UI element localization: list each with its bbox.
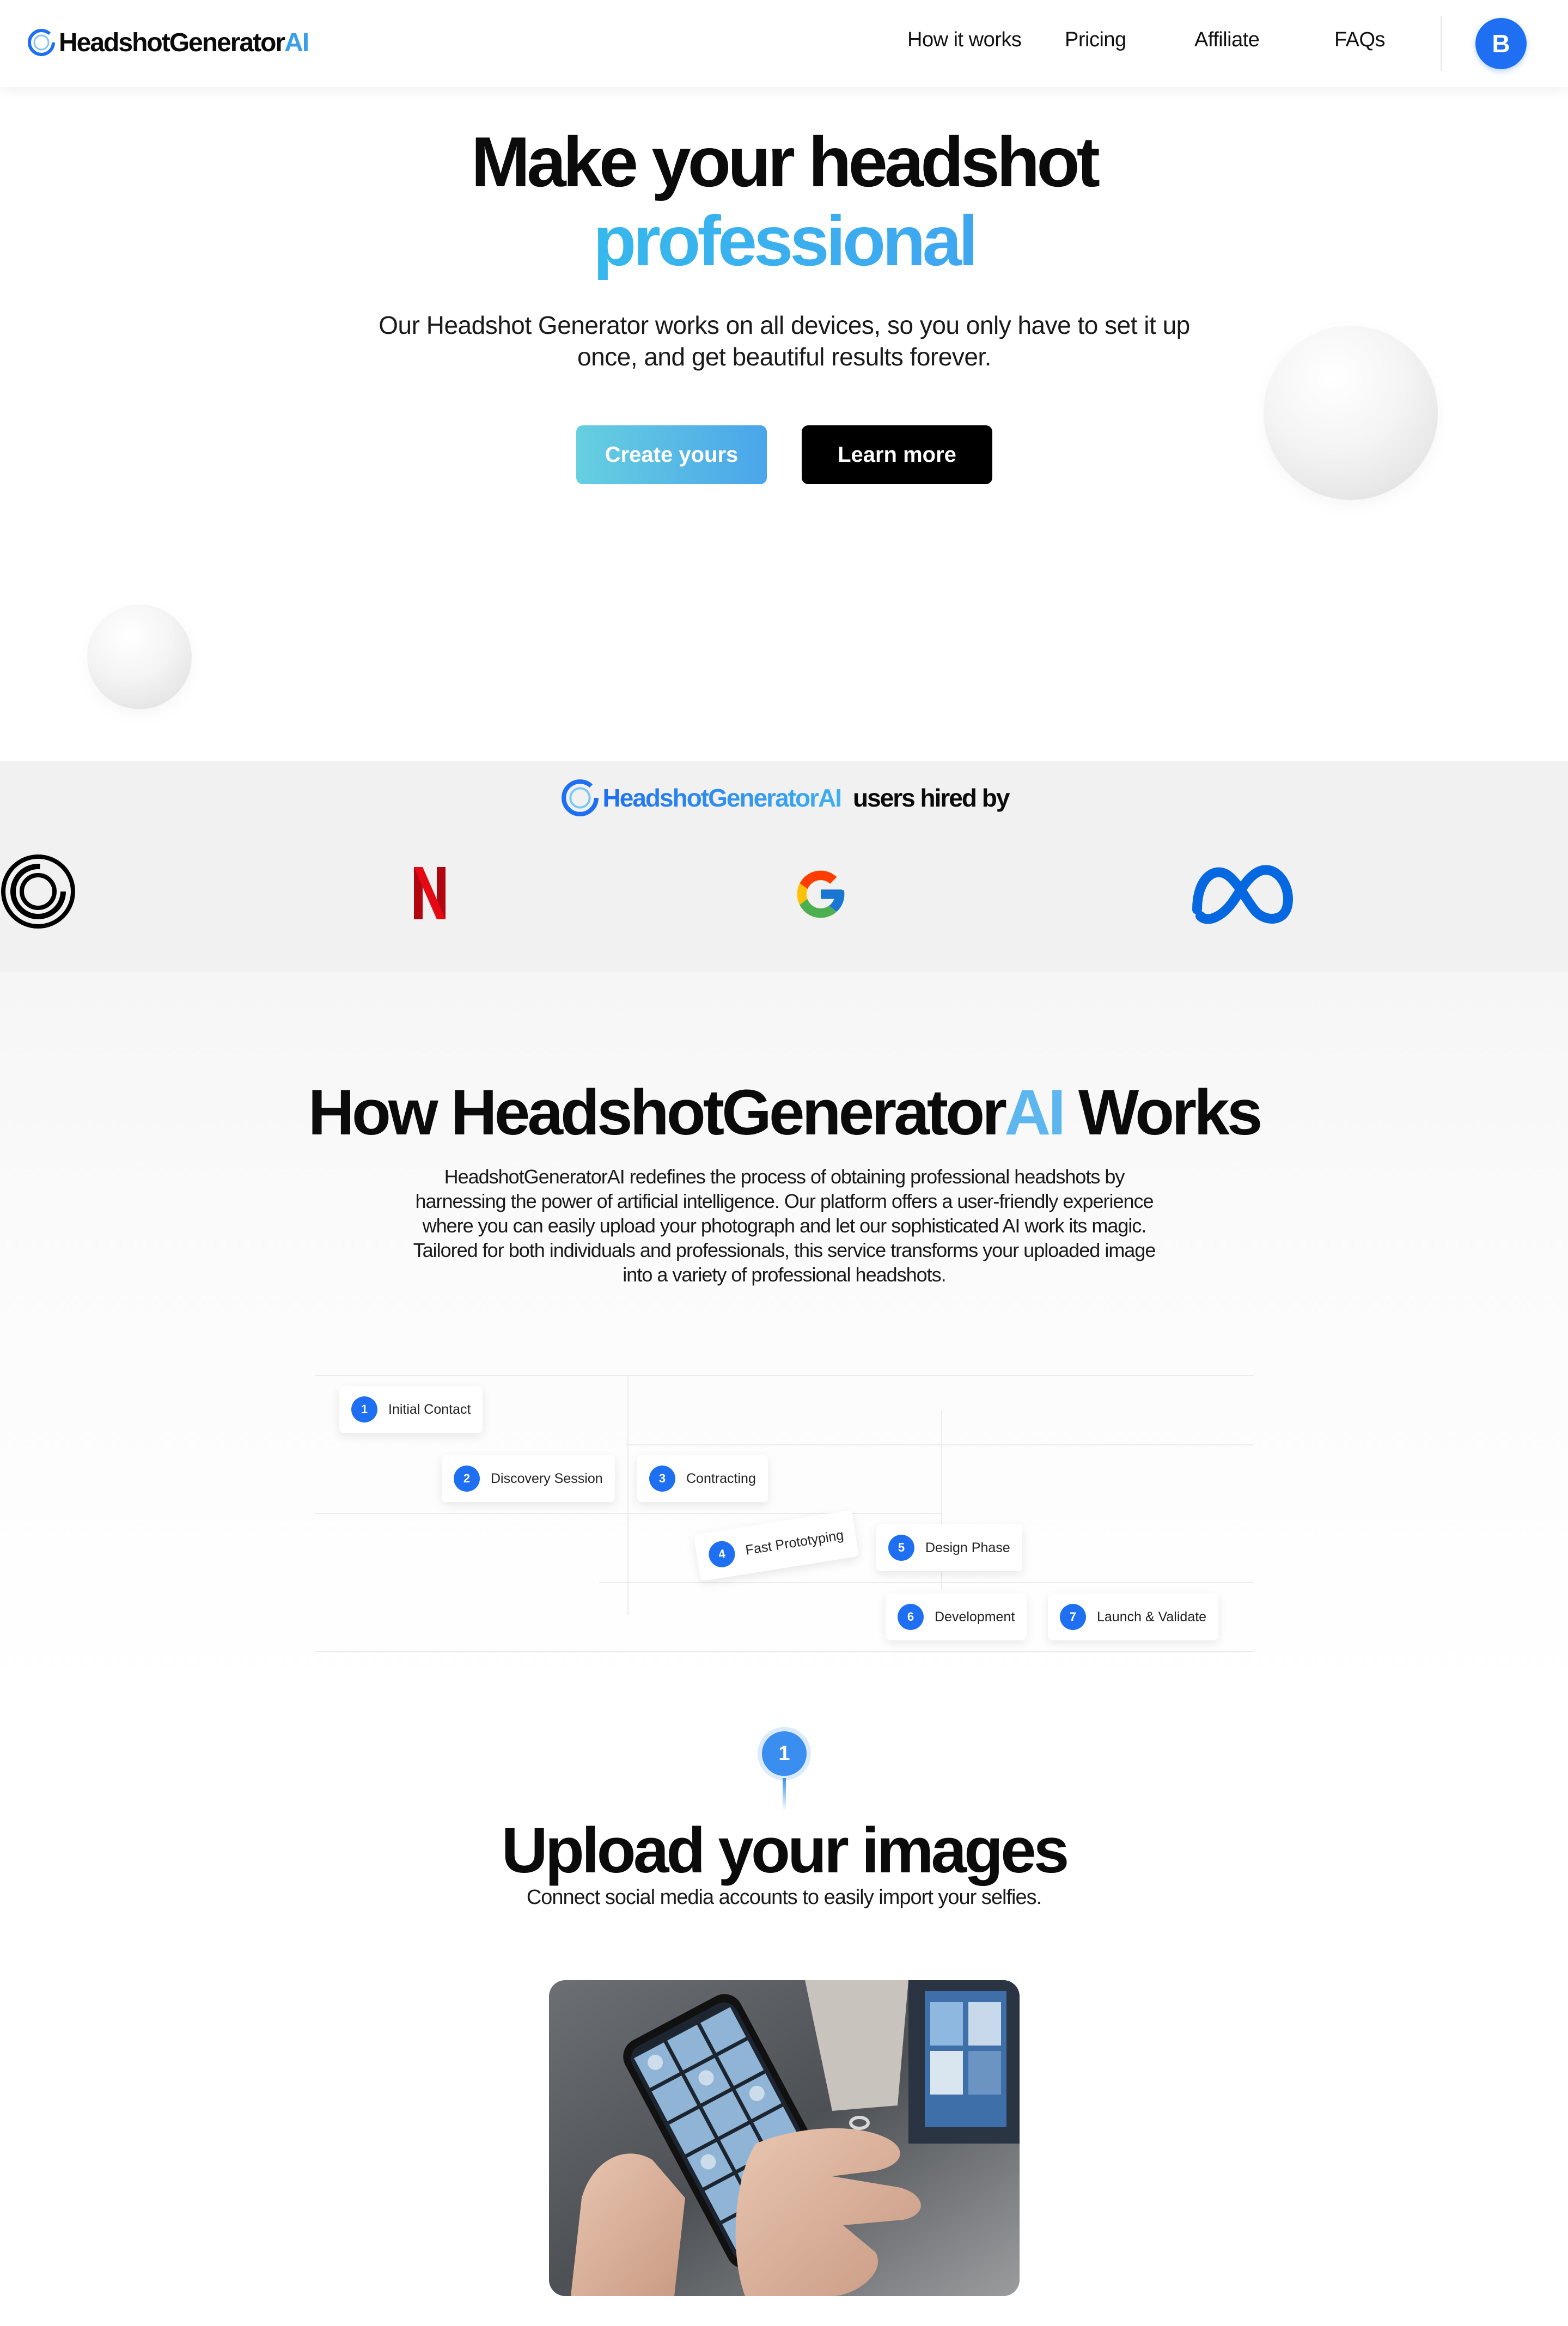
nav-link-how-it-works[interactable]: How it works [907, 28, 1022, 52]
hired-by-heading: HeadshotGeneratorAI users hired by [0, 777, 1568, 819]
step-number: 5 [888, 1535, 914, 1561]
decorative-orb-large [1264, 326, 1438, 500]
nav-link-pricing[interactable]: Pricing [1065, 28, 1126, 52]
meta-logo-icon [1192, 865, 1293, 924]
step-label: Contracting [686, 1470, 756, 1486]
timeline-grid-line [315, 1651, 1254, 1652]
step-label: Launch & Validate [1097, 1609, 1207, 1625]
hero-subtitle: Our Headshot Generator works on all devi… [379, 311, 1190, 371]
hero-title-line1: Make your headshot [471, 122, 1100, 202]
google-logo-icon [797, 870, 845, 918]
step-number: 2 [454, 1466, 480, 1492]
nav-divider [1441, 16, 1442, 71]
step-label: Discovery Session [491, 1470, 603, 1486]
netflix-logo-icon [414, 867, 446, 919]
hired-by-section: HeadshotGeneratorAI users hired by [0, 761, 1568, 972]
upload-subtitle: Connect social media accounts to easily … [526, 1886, 1042, 1909]
decorative-orb-small [87, 605, 192, 709]
top-navbar: HeadshotGeneratorAI How it works Pricing… [0, 0, 1568, 87]
step-number: 1 [351, 1396, 377, 1423]
hired-by-text: users hired by [852, 784, 1010, 812]
step-label: Fast Prototyping [744, 1527, 845, 1558]
learn-more-button[interactable]: Learn more [802, 425, 992, 484]
step-chip-initial-contact[interactable]: 1 Initial Contact [339, 1386, 483, 1433]
step-pin-stem [783, 1778, 786, 1811]
step-number: 6 [898, 1604, 924, 1630]
timeline-grid-line [315, 1375, 1254, 1376]
logo-ring-icon [561, 779, 599, 816]
step-number: 7 [1060, 1604, 1086, 1630]
step-number: 4 [706, 1539, 737, 1570]
step-chip-contracting[interactable]: 3 Contracting [637, 1455, 768, 1502]
step-chip-discovery-session[interactable]: 2 Discovery Session [442, 1455, 615, 1502]
timeline-grid-line [599, 1582, 1254, 1583]
nav-link-faqs[interactable]: FAQs [1334, 28, 1386, 52]
step-label: Design Phase [925, 1540, 1010, 1555]
how-it-works-description: HeadshotGeneratorAI redefines the proces… [413, 1165, 1156, 1286]
nav-link-affiliate[interactable]: Affiliate [1194, 28, 1260, 52]
logo-ring-icon [28, 29, 55, 56]
phone-photo-illustration [549, 1980, 1020, 2296]
upload-title: Upload your images [501, 1815, 1070, 1887]
phone-in-hands-image [549, 1980, 1020, 2296]
step-chip-development[interactable]: 6 Development [886, 1594, 1027, 1640]
step-chip-design-phase[interactable]: 5 Design Phase [876, 1524, 1022, 1571]
step-label: Initial Contact [388, 1401, 471, 1417]
user-avatar[interactable]: B [1475, 18, 1527, 69]
step-chip-launch-validate[interactable]: 7 Launch & Validate [1048, 1594, 1219, 1640]
step-label: Development [935, 1609, 1015, 1625]
logo-text: HeadshotGeneratorAI [59, 28, 309, 57]
brand-logo[interactable]: HeadshotGeneratorAI [26, 25, 309, 60]
hero-title-accent: professional [0, 202, 1568, 280]
how-it-works-title: How HeadshotGeneratorAI Works [308, 1077, 1263, 1149]
create-yours-button[interactable]: Create yours [576, 425, 767, 484]
hero-title: Make your headshot professional [0, 123, 1568, 280]
step-number: 3 [649, 1466, 675, 1492]
timeline-grid-line [627, 1375, 629, 1615]
timeline-grid-line [626, 1444, 1254, 1445]
circle-company-logo-icon [1, 854, 75, 929]
hired-by-brand: HeadshotGeneratorAI [602, 784, 842, 812]
step-number-pin: 1 [762, 1731, 807, 1776]
